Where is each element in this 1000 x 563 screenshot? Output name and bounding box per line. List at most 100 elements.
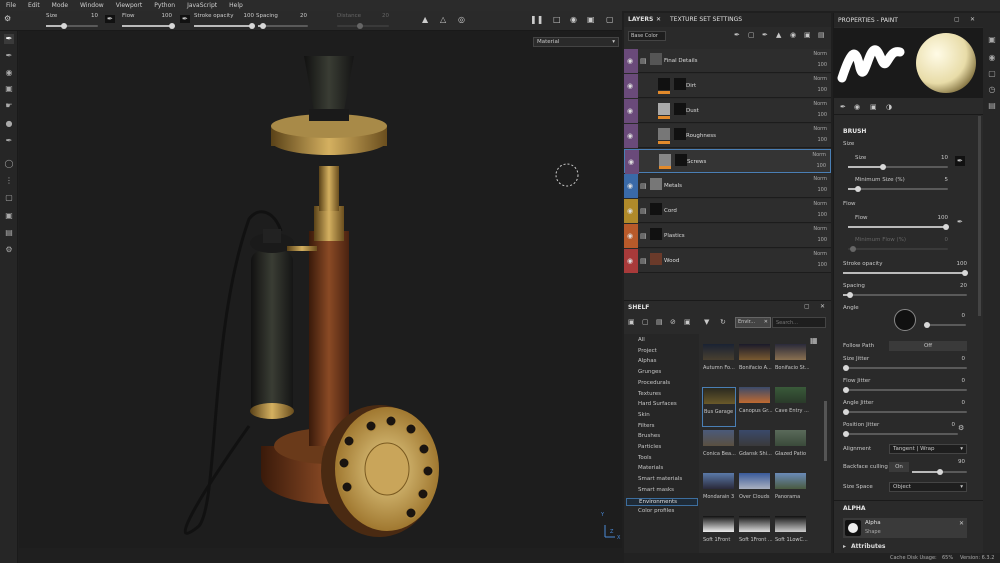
- layer-row[interactable]: ◉ ▤ Cord Norm 100: [624, 199, 831, 223]
- stroke-opacity-value[interactable]: 100: [947, 261, 968, 267]
- alignment-select[interactable]: Tangent | Wrap ▾: [889, 444, 967, 454]
- polygon-fill-icon[interactable]: ▣: [4, 84, 14, 94]
- menu-item-python[interactable]: Python: [154, 2, 175, 9]
- trash-icon[interactable]: ▤: [818, 31, 825, 39]
- shelf-category[interactable]: Hard Surfaces: [638, 401, 677, 407]
- shelf-item[interactable]: Cave Entry ...: [774, 387, 809, 427]
- angle-jitter-slider[interactable]: [843, 409, 967, 415]
- eye-icon[interactable]: ◉: [627, 257, 633, 265]
- size-slider[interactable]: [848, 164, 948, 170]
- shelf-item[interactable]: Bus Garage: [702, 387, 736, 427]
- follow-path-toggle[interactable]: Off: [889, 341, 967, 351]
- clone-icon[interactable]: ●: [4, 119, 14, 129]
- shelf-category[interactable]: Materials: [638, 465, 663, 471]
- layer-opacity[interactable]: 100: [817, 112, 827, 118]
- layer-blend-mode[interactable]: Norm: [813, 176, 827, 182]
- layer-blend-mode[interactable]: Norm: [813, 201, 827, 207]
- menu-item-mode[interactable]: Mode: [52, 2, 68, 9]
- shelf-item[interactable]: Soft 1Front ...: [738, 516, 773, 556]
- shelf-category[interactable]: Smart masks: [638, 487, 674, 493]
- size-slider[interactable]: [46, 23, 98, 29]
- funnel-icon[interactable]: ▼: [704, 318, 709, 326]
- fill-layer-icon[interactable]: ▲: [776, 31, 781, 39]
- layer-row[interactable]: ◉ Dust Norm 100: [624, 99, 831, 123]
- layer-blend-mode[interactable]: Norm: [813, 226, 827, 232]
- screenshot-icon[interactable]: ▢: [606, 15, 614, 24]
- size-value[interactable]: 10: [928, 155, 948, 161]
- eye-icon[interactable]: ◉: [628, 158, 634, 166]
- layer-blend-mode[interactable]: Norm: [813, 76, 827, 82]
- python-icon[interactable]: ▣: [4, 211, 14, 221]
- shelf-category[interactable]: Skin: [638, 412, 650, 418]
- pen-pressure-icon[interactable]: ✒: [105, 15, 115, 23]
- eye-icon[interactable]: ◉: [627, 82, 633, 90]
- size-value[interactable]: 10: [78, 13, 98, 19]
- layer-mask-thumbnail[interactable]: [674, 128, 686, 140]
- min-size-slider[interactable]: [848, 186, 948, 192]
- stencil-tab-icon[interactable]: ▣: [870, 103, 877, 111]
- shelf-category[interactable]: Filters: [638, 423, 655, 429]
- layer-row[interactable]: ◉ ▤ Metals Norm 100: [624, 174, 831, 198]
- viewport-3d[interactable]: Material ▾ Y Z X: [19, 31, 622, 548]
- layer-opacity[interactable]: 100: [817, 187, 827, 193]
- layer-opacity[interactable]: 100: [817, 262, 827, 268]
- layer-blend-mode[interactable]: Norm: [812, 152, 826, 158]
- tab-texture-set-settings[interactable]: TEXTURE SET SETTINGS: [670, 13, 742, 27]
- shelf-item[interactable]: Gdansk Shi...: [738, 430, 772, 470]
- shelf-item[interactable]: Soft 1Front: [702, 516, 736, 556]
- folder-icon[interactable]: ▤: [640, 232, 647, 240]
- menu-item-file[interactable]: File: [6, 2, 16, 9]
- layer-mask-thumbnail[interactable]: [674, 103, 686, 115]
- refresh-icon[interactable]: ↻: [720, 318, 726, 326]
- layer-blend-mode[interactable]: Norm: [813, 251, 827, 257]
- shelf-item[interactable]: Bonifacio St...: [774, 344, 809, 384]
- add-layer-icon[interactable]: ◉: [790, 31, 796, 39]
- layer-opacity[interactable]: 100: [817, 137, 827, 143]
- filter-chip[interactable]: Envir... ✕: [735, 317, 771, 328]
- history-icon[interactable]: ◷: [987, 85, 997, 95]
- size-jitter-slider[interactable]: [843, 365, 967, 371]
- flow-value[interactable]: 100: [928, 215, 949, 221]
- sphere-icon[interactable]: ◉: [570, 15, 577, 24]
- layer-opacity[interactable]: 100: [817, 237, 827, 243]
- layer-row[interactable]: ◉ Roughness Norm 100: [624, 124, 831, 148]
- smudge-icon[interactable]: ☛: [4, 101, 14, 111]
- attributes-section[interactable]: Attributes: [851, 543, 885, 550]
- layer-row[interactable]: ◉ Screws Norm 100: [624, 149, 831, 174]
- layer-mask-thumbnail[interactable]: [675, 154, 687, 166]
- shelf-item[interactable]: Conica Bea...: [702, 430, 736, 470]
- properties-scrollbar[interactable]: [978, 116, 981, 316]
- popout-icon[interactable]: ▢: [804, 303, 810, 310]
- shelf-item[interactable]: Glazed Patio: [774, 430, 808, 470]
- alpha-slot[interactable]: Alpha Shape ✕: [843, 518, 967, 538]
- tab-layers[interactable]: LAYERS: [628, 13, 653, 27]
- shelf-item[interactable]: Canopus Gr...: [738, 387, 773, 427]
- flow-slider[interactable]: [848, 224, 949, 230]
- bake-icon[interactable]: ◯: [4, 159, 14, 169]
- stroke-opacity-value[interactable]: 100: [234, 13, 255, 19]
- export-icon[interactable]: ▤: [4, 228, 14, 238]
- position-jitter-slider[interactable]: [843, 431, 958, 437]
- angle-jitter-value[interactable]: 0: [945, 400, 966, 406]
- shelf-item[interactable]: Panorama: [774, 473, 808, 513]
- layer-mask-thumbnail[interactable]: [674, 78, 686, 90]
- shelf-category[interactable]: Color profiles: [638, 508, 674, 514]
- brush-preset-icon[interactable]: ⚙: [4, 14, 11, 23]
- shelf-category[interactable]: Procedurals: [638, 380, 670, 386]
- brush-tab-icon[interactable]: ✒: [840, 103, 846, 111]
- shelf-category[interactable]: Environments: [626, 497, 698, 506]
- spacing-slider[interactable]: [258, 23, 308, 29]
- layer-row[interactable]: ◉ ▤ Wood Norm 100: [624, 249, 831, 273]
- eye-icon[interactable]: ◉: [627, 182, 633, 190]
- material-tab-icon[interactable]: ◑: [886, 103, 892, 111]
- export-icon[interactable]: ▣: [684, 318, 691, 326]
- shelf-item[interactable]: Bonifacio A...: [738, 344, 772, 384]
- eye-icon[interactable]: ◉: [627, 207, 633, 215]
- min-size-value[interactable]: 5: [928, 177, 949, 183]
- stroke-opacity-slider[interactable]: [194, 23, 255, 29]
- layer-blend-mode[interactable]: Norm: [813, 101, 827, 107]
- chevron-right-icon[interactable]: ▸: [843, 543, 846, 550]
- settings-icon[interactable]: ⚙: [4, 245, 14, 255]
- shelf-item[interactable]: Over Clouds: [738, 473, 772, 513]
- shelf-category[interactable]: Smart materials: [638, 476, 682, 482]
